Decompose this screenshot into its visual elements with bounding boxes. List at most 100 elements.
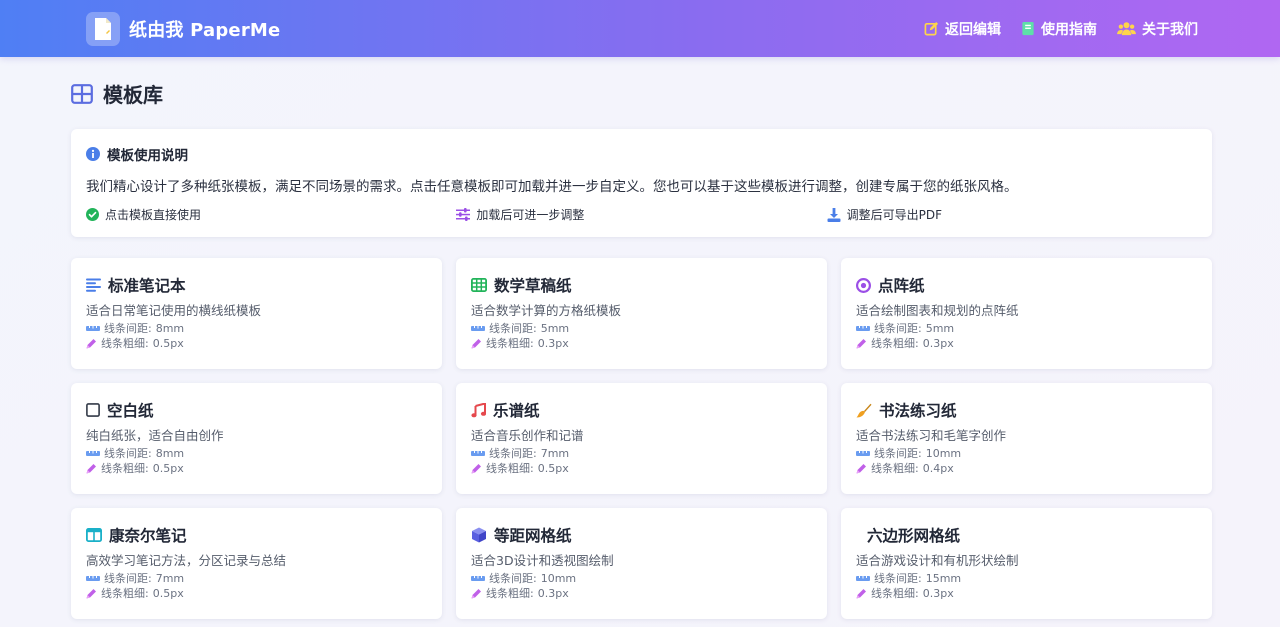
info-header: 模板使用说明 (86, 144, 1197, 164)
spec-thickness-value: 0.5px (152, 337, 184, 350)
template-name: 乐谱纸 (493, 402, 540, 420)
spec-spacing: 线条间距: 7mm (86, 573, 428, 584)
spec-thickness-label: 线条粗细: (101, 587, 149, 600)
template-card-math-draft[interactable]: 数学草稿纸 适合数学计算的方格纸模板 线条间距: 5mm 线条粗细: 0.3px (456, 258, 827, 369)
spec-thickness-value: 0.4px (922, 462, 954, 475)
spec-spacing-label: 线条间距: (104, 322, 152, 335)
spec-thickness: 线条粗细: 0.3px (471, 588, 813, 599)
template-description: 高效学习笔记方法，分区记录与总结 (86, 553, 287, 568)
brush-icon (856, 403, 872, 418)
spec-spacing: 线条间距: 8mm (86, 448, 428, 459)
spec-spacing-label: 线条间距: (489, 572, 537, 585)
template-description: 适合数学计算的方格纸模板 (471, 303, 622, 318)
template-grid: 标准笔记本 适合日常笔记使用的横线纸模板 线条间距: 8mm 线条粗细: 0.5… (71, 258, 1212, 619)
top-navbar: 纸由我 PaperMe 返回编辑 使用指南 关于我们 (0, 0, 1280, 57)
spec-spacing-value: 7mm (155, 572, 185, 585)
ruler-icon (856, 575, 870, 582)
spec-thickness: 线条粗细: 0.3px (856, 338, 1198, 349)
template-name: 数学草稿纸 (494, 277, 572, 295)
check-circle-icon (86, 208, 99, 221)
spec-thickness: 线条粗细: 0.3px (856, 588, 1198, 599)
spec-thickness-value: 0.5px (152, 462, 184, 475)
spec-thickness-label: 线条粗细: (486, 337, 534, 350)
spec-spacing: 线条间距: 10mm (856, 448, 1198, 459)
book-icon (1021, 21, 1035, 36)
document-logo-icon (86, 11, 120, 46)
pen-icon (86, 588, 97, 599)
nav-about-us[interactable]: 关于我们 (1117, 19, 1198, 39)
template-description: 适合游戏设计和有机形状绘制 (856, 553, 1019, 568)
template-card-standard-notebook[interactable]: 标准笔记本 适合日常笔记使用的横线纸模板 线条间距: 8mm 线条粗细: 0.5… (71, 258, 442, 369)
info-title: 模板使用说明 (107, 148, 188, 164)
spec-thickness: 线条粗细: 0.5px (86, 338, 428, 349)
template-card-cornell-notes[interactable]: 康奈尔笔记 高效学习笔记方法，分区记录与总结 线条间距: 7mm 线条粗细: 0… (71, 508, 442, 619)
spec-spacing-label: 线条间距: (489, 447, 537, 460)
nav-back-to-edit[interactable]: 返回编辑 (924, 19, 1001, 39)
template-card-calligraphy[interactable]: 书法练习纸 适合书法练习和毛笔字创作 线条间距: 10mm 线条粗细: 0.4p… (841, 383, 1212, 494)
spec-thickness: 线条粗细: 0.3px (471, 338, 813, 349)
nav-user-guide[interactable]: 使用指南 (1021, 19, 1097, 39)
sliders-icon (456, 208, 471, 221)
tip-label: 调整后可导出PDF (846, 208, 943, 222)
spec-spacing-value: 7mm (540, 447, 570, 460)
template-card-music-staff[interactable]: 乐谱纸 适合音乐创作和记谱 线条间距: 7mm 线条粗细: 0.5px (456, 383, 827, 494)
template-description: 适合书法练习和毛笔字创作 (856, 428, 1007, 443)
pen-icon (471, 588, 482, 599)
table-grid-icon (471, 278, 487, 292)
template-card-isometric-grid[interactable]: 等距网格纸 适合3D设计和透视图绘制 线条间距: 10mm 线条粗细: 0.3p… (456, 508, 827, 619)
dot-circle-icon (856, 277, 871, 293)
brand-title: 纸由我 PaperMe (129, 19, 281, 41)
page-title: 模板库 (103, 83, 163, 107)
grid-icon (71, 83, 93, 104)
nav-user-guide-label: 使用指南 (1041, 21, 1097, 38)
spec-spacing: 线条间距: 8mm (86, 323, 428, 334)
spec-spacing-label: 线条间距: (104, 572, 152, 585)
spec-spacing: 线条间距: 10mm (471, 573, 813, 584)
spec-thickness-value: 0.5px (152, 587, 184, 600)
page-header: 模板库 (71, 57, 1212, 129)
spec-thickness-value: 0.3px (537, 337, 569, 350)
top-nav: 返回编辑 使用指南 关于我们 (924, 19, 1198, 39)
ruler-icon (86, 325, 100, 332)
nav-about-us-label: 关于我们 (1142, 21, 1198, 38)
spec-spacing: 线条间距: 15mm (856, 573, 1198, 584)
template-name: 等距网格纸 (494, 527, 572, 545)
template-description: 适合绘制图表和规划的点阵纸 (856, 303, 1019, 318)
ruler-icon (86, 575, 100, 582)
template-card-dot-grid[interactable]: 点阵纸 适合绘制图表和规划的点阵纸 线条间距: 5mm 线条粗细: 0.3px (841, 258, 1212, 369)
ruler-icon (471, 575, 485, 582)
ruler-icon (471, 325, 485, 332)
blank-square-icon (86, 403, 100, 417)
tip-click-to-use: 点击模板直接使用 (86, 206, 456, 223)
brand[interactable]: 纸由我 PaperMe (86, 11, 281, 46)
spec-spacing-label: 线条间距: (489, 322, 537, 335)
spec-spacing-value: 15mm (925, 572, 962, 585)
spec-thickness-label: 线条粗细: (101, 462, 149, 475)
template-name: 点阵纸 (878, 277, 925, 295)
spec-spacing-value: 5mm (925, 322, 955, 335)
ruler-icon (856, 325, 870, 332)
template-card-hexagon-grid[interactable]: 六边形网格纸 适合游戏设计和有机形状绘制 线条间距: 15mm 线条粗细: 0.… (841, 508, 1212, 619)
spec-thickness: 线条粗细: 0.5px (471, 463, 813, 474)
template-name: 空白纸 (107, 402, 154, 420)
tip-label: 加载后可进一步调整 (476, 208, 585, 222)
spec-thickness: 线条粗细: 0.5px (86, 463, 428, 474)
pen-icon (856, 463, 867, 474)
template-name: 康奈尔笔记 (109, 527, 187, 545)
music-note-icon (471, 402, 486, 418)
spec-thickness-value: 0.3px (537, 587, 569, 600)
template-card-blank[interactable]: 空白纸 纯白纸张，适合自由创作 线条间距: 8mm 线条粗细: 0.5px (71, 383, 442, 494)
ruler-icon (471, 450, 485, 457)
spec-spacing-label: 线条间距: (104, 447, 152, 460)
spec-spacing-value: 8mm (155, 322, 185, 335)
spec-thickness-value: 0.5px (537, 462, 569, 475)
spec-spacing-label: 线条间距: (874, 322, 922, 335)
main-content: 模板库 模板使用说明 我们精心设计了多种纸张模板，满足不同场景的需求。点击任意模… (0, 57, 1280, 619)
ruler-icon (86, 450, 100, 457)
spec-thickness-label: 线条粗细: (486, 587, 534, 600)
columns-icon (86, 528, 102, 542)
spec-spacing-label: 线条间距: (874, 572, 922, 585)
spec-spacing-value: 8mm (155, 447, 185, 460)
spec-thickness-label: 线条粗细: (101, 337, 149, 350)
spec-spacing-value: 10mm (540, 572, 577, 585)
